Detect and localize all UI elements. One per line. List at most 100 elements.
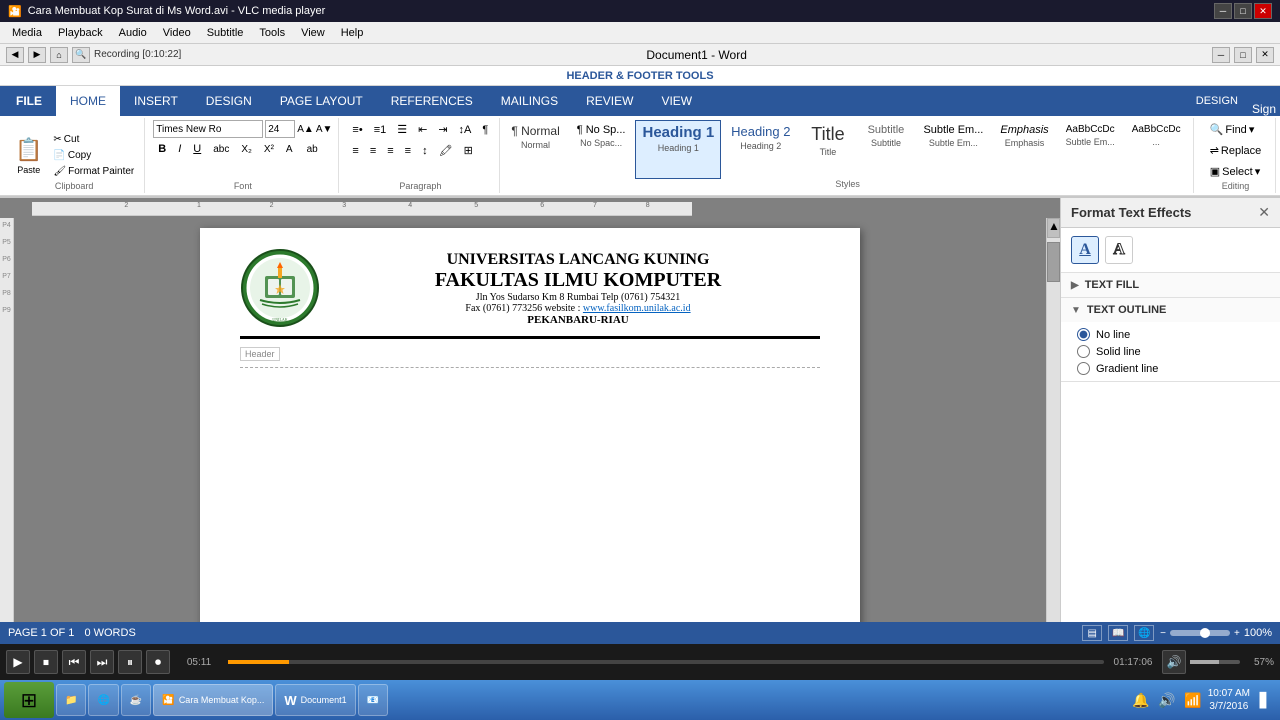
minimize-word-btn[interactable]: ─: [1212, 47, 1230, 63]
style-subtle-em[interactable]: Subtle Em... Subtle Em...: [916, 120, 990, 179]
gradient-line-option[interactable]: Gradient line: [1077, 362, 1264, 375]
text-color-button[interactable]: A: [281, 141, 300, 158]
forward-btn[interactable]: ▶: [28, 47, 46, 63]
tab-design[interactable]: DESIGN: [192, 86, 266, 116]
taskbar-notification-icon[interactable]: 🔔: [1130, 689, 1152, 711]
menu-subtitle[interactable]: Subtitle: [199, 22, 252, 43]
fte-close-button[interactable]: ✕: [1258, 204, 1270, 221]
vlc-volume-slider[interactable]: [1190, 660, 1240, 664]
align-right-btn[interactable]: ≡: [382, 141, 398, 160]
border-btn[interactable]: ⊞: [459, 141, 478, 160]
find-button[interactable]: 🔍 Find ▾: [1205, 120, 1267, 139]
scroll-thumb-up[interactable]: ▲: [1047, 218, 1060, 238]
font-name-input[interactable]: [153, 120, 263, 138]
solid-line-radio[interactable]: [1077, 345, 1090, 358]
back-btn[interactable]: ◀: [6, 47, 24, 63]
indent-dec-btn[interactable]: ⇤: [413, 120, 432, 139]
multilevel-btn[interactable]: ☰: [392, 120, 412, 139]
vlc-progress-bar[interactable]: [228, 660, 1104, 664]
decrease-font-btn[interactable]: A▼: [316, 124, 333, 135]
strikethrough-button[interactable]: abc: [208, 141, 234, 158]
style-aabbcc2[interactable]: AaBbCcDc ...: [1125, 120, 1188, 179]
superscript-button[interactable]: X²: [259, 141, 279, 158]
style-heading1[interactable]: Heading 1 Heading 1: [635, 120, 721, 179]
align-left-btn[interactable]: ≡: [347, 141, 363, 160]
sign-in[interactable]: Sign: [1252, 102, 1276, 116]
menu-view[interactable]: View: [293, 22, 333, 43]
vlc-rec-btn[interactable]: ⏺: [146, 650, 170, 674]
bullet-list-btn[interactable]: ≡•: [347, 120, 367, 139]
tab-home[interactable]: HOME: [56, 86, 120, 116]
gradient-line-radio[interactable]: [1077, 362, 1090, 375]
tab-insert[interactable]: INSERT: [120, 86, 192, 116]
vlc-slow-btn[interactable]: ⏸: [118, 650, 142, 674]
taskbar-show-desktop[interactable]: ▋: [1254, 689, 1276, 711]
home-btn[interactable]: ⌂: [50, 47, 68, 63]
style-subtitle[interactable]: Subtitle Subtitle: [858, 120, 913, 179]
minimize-button[interactable]: ─: [1214, 3, 1232, 19]
website-link[interactable]: www.fasilkom.unilak.ac.id: [583, 303, 691, 314]
document-body[interactable]: [240, 378, 820, 622]
sort-btn[interactable]: ↕A: [454, 120, 477, 139]
menu-tools[interactable]: Tools: [251, 22, 293, 43]
tab-view[interactable]: VIEW: [647, 86, 706, 116]
fte-text-fill-icon[interactable]: A: [1071, 236, 1099, 264]
taskbar-explorer[interactable]: 📁: [56, 684, 86, 716]
taskbar-app5[interactable]: 📧: [358, 684, 388, 716]
paste-button[interactable]: 📋 Paste: [10, 134, 47, 178]
solid-line-option[interactable]: Solid line: [1077, 345, 1264, 358]
doc-scroll-area[interactable]: UNILAK UNIVERSITAS LANCANG KUNING FAKULT…: [14, 218, 1046, 622]
taskbar-word[interactable]: W Document1: [275, 684, 355, 716]
maximize-button[interactable]: □: [1234, 3, 1252, 19]
align-center-btn[interactable]: ≡: [365, 141, 381, 160]
vlc-mute-btn[interactable]: 🔊: [1162, 650, 1186, 674]
vlc-next-btn[interactable]: ⏭: [90, 650, 114, 674]
format-painter-button[interactable]: 🖌 Format Painter: [49, 164, 138, 179]
zoom-in-btn[interactable]: +: [1234, 628, 1240, 639]
replace-button[interactable]: ⇌ Replace: [1205, 141, 1267, 160]
justify-btn[interactable]: ≡: [400, 141, 416, 160]
close-word-btn[interactable]: ✕: [1256, 47, 1274, 63]
menu-audio[interactable]: Audio: [111, 22, 155, 43]
tab-references[interactable]: REFERENCES: [377, 86, 487, 116]
increase-font-btn[interactable]: A▲: [297, 124, 314, 135]
show-marks-btn[interactable]: ¶: [477, 120, 493, 139]
no-line-radio[interactable]: [1077, 328, 1090, 341]
number-list-btn[interactable]: ≡1: [369, 120, 392, 139]
indent-inc-btn[interactable]: ⇥: [433, 120, 452, 139]
print-layout-btn[interactable]: ▤: [1082, 625, 1102, 641]
font-size-input[interactable]: [265, 120, 295, 138]
line-spacing-btn[interactable]: ↕: [417, 141, 433, 160]
vlc-stop-btn[interactable]: ⏹: [34, 650, 58, 674]
tab-review[interactable]: REVIEW: [572, 86, 647, 116]
tab-page-layout[interactable]: PAGE LAYOUT: [266, 86, 377, 116]
tab-hf-design[interactable]: DESIGN: [1182, 86, 1252, 116]
underline-button[interactable]: U: [188, 140, 206, 158]
taskbar-volume-icon[interactable]: 🔊: [1156, 689, 1178, 711]
italic-button[interactable]: I: [173, 140, 186, 158]
restore-word-btn[interactable]: □: [1234, 47, 1252, 63]
menu-playback[interactable]: Playback: [50, 22, 111, 43]
shading-btn[interactable]: 🖍: [434, 141, 458, 160]
cut-button[interactable]: ✂ Cut: [49, 132, 138, 147]
vertical-scrollbar[interactable]: ▲: [1046, 218, 1060, 622]
taskbar-network-icon[interactable]: 📶: [1182, 689, 1204, 711]
copy-button[interactable]: 📄 Copy: [49, 148, 138, 163]
zoom-out-btn[interactable]: −: [1160, 628, 1166, 639]
style-aabbcc1[interactable]: AaBbCcDc Subtle Em...: [1059, 120, 1122, 179]
text-outline-header[interactable]: ▼ TEXT OUTLINE: [1061, 298, 1280, 322]
tab-mailings[interactable]: MAILINGS: [487, 86, 572, 116]
style-normal[interactable]: ¶ Normal Normal: [504, 120, 566, 179]
highlight-button[interactable]: ab: [302, 141, 325, 158]
taskbar-browser[interactable]: 🌐: [88, 684, 118, 716]
bold-button[interactable]: B: [153, 140, 171, 158]
fte-text-outline-icon[interactable]: A: [1105, 236, 1133, 264]
close-button[interactable]: ✕: [1254, 3, 1272, 19]
zoom-slider[interactable]: [1170, 630, 1230, 636]
start-button[interactable]: ⊞: [4, 682, 54, 718]
tab-file[interactable]: FILE: [2, 86, 56, 116]
no-line-option[interactable]: No line: [1077, 328, 1264, 341]
menu-video[interactable]: Video: [155, 22, 199, 43]
menu-help[interactable]: Help: [333, 22, 372, 43]
menu-media[interactable]: Media: [4, 22, 50, 43]
